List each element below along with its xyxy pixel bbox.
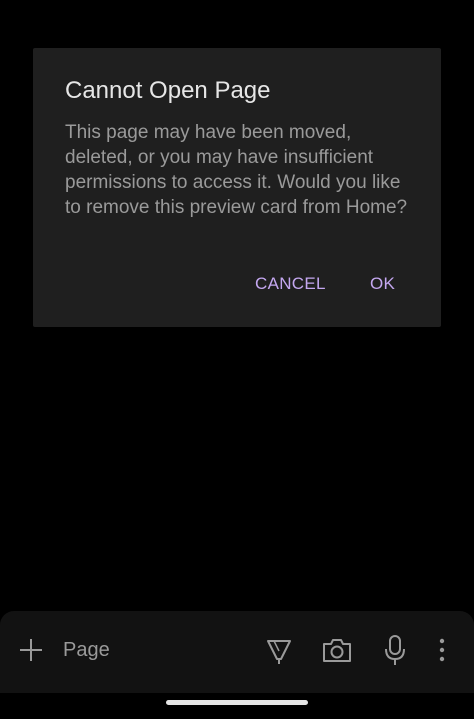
camera-icon[interactable]: [321, 636, 353, 664]
cancel-button[interactable]: CANCEL: [255, 274, 326, 294]
page-input[interactable]: Page: [63, 639, 110, 662]
dialog-message: This page may have been moved, deleted, …: [65, 122, 408, 218]
more-vertical-icon[interactable]: [432, 636, 452, 664]
bottom-toolbar: Page: [0, 611, 474, 693]
microphone-icon[interactable]: [383, 634, 407, 666]
add-icon[interactable]: [16, 635, 46, 665]
dialog-title: Cannot Open Page: [65, 77, 271, 104]
ok-button[interactable]: OK: [370, 274, 395, 294]
home-indicator[interactable]: [166, 700, 308, 705]
pen-icon[interactable]: [265, 635, 293, 665]
cannot-open-page-dialog: Cannot Open Page This page may have been…: [33, 48, 441, 327]
